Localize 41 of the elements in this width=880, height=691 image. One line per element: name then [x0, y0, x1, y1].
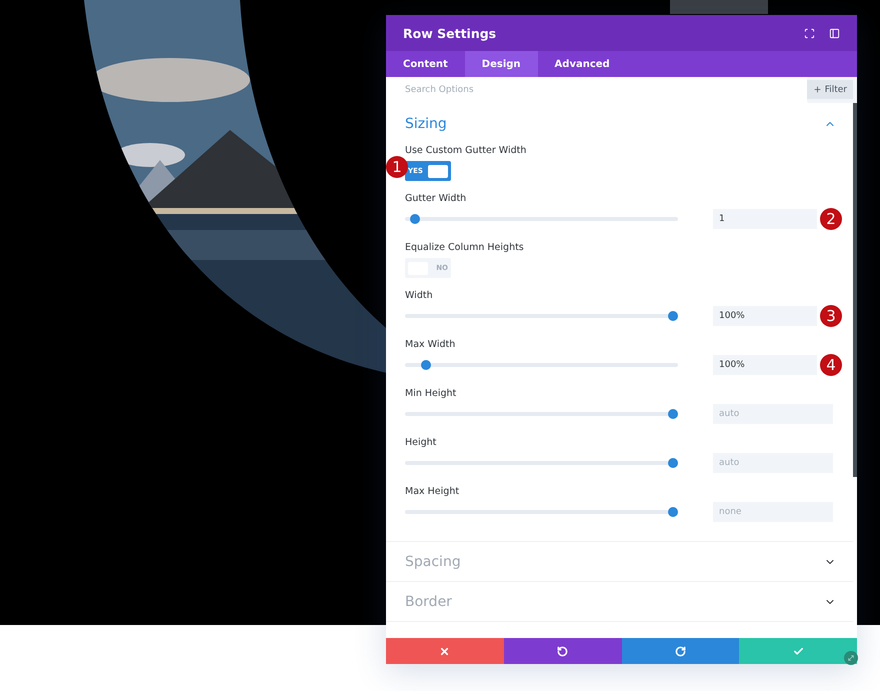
- step-marker: 4: [820, 354, 842, 376]
- slider-thumb[interactable]: [410, 214, 420, 224]
- fullscreen-icon[interactable]: [804, 28, 815, 38]
- checkmark-icon: [792, 646, 804, 656]
- slider-thumb[interactable]: [668, 311, 678, 321]
- step-marker: 2: [820, 208, 842, 230]
- slider-thumb[interactable]: [668, 507, 678, 517]
- input-field[interactable]: 100%: [713, 355, 817, 375]
- undo-icon: [557, 646, 568, 656]
- scrollbar[interactable]: [853, 103, 857, 477]
- redo-icon: [674, 646, 686, 656]
- tab[interactable]: Design: [464, 51, 538, 77]
- slider-thumb[interactable]: [668, 409, 678, 419]
- input-field[interactable]: none: [713, 502, 833, 522]
- slider-thumb[interactable]: [420, 360, 431, 370]
- plus-icon: [812, 85, 822, 94]
- search-field[interactable]: Search Options: [386, 77, 807, 103]
- input-field[interactable]: auto: [713, 404, 833, 424]
- resize-handle-icon[interactable]: [844, 651, 858, 665]
- step-marker: 3: [820, 305, 842, 327]
- tab[interactable]: Content: [386, 51, 465, 77]
- step-marker: 1: [386, 156, 408, 178]
- section-title[interactable]: Sizing: [405, 116, 824, 132]
- input-field[interactable]: auto: [713, 453, 833, 473]
- option-label: Height: [405, 437, 438, 448]
- option-label: Gutter Width: [405, 193, 468, 204]
- input-field[interactable]: 1: [713, 209, 817, 229]
- slider-thumb[interactable]: [668, 458, 678, 468]
- close-icon: [439, 646, 450, 656]
- save-button[interactable]: [739, 638, 857, 664]
- option-label: Max Width: [405, 339, 456, 350]
- input-field[interactable]: 100%: [713, 306, 817, 326]
- option-label: Width: [405, 290, 434, 301]
- modal-title: Row Settings: [403, 26, 498, 40]
- filter-button[interactable]: Filter: [806, 77, 857, 103]
- sidebar-icon[interactable]: [829, 28, 840, 38]
- option-label: Max Height: [405, 486, 460, 497]
- tab[interactable]: Advanced: [538, 51, 627, 77]
- option-label: Min Height: [405, 388, 458, 399]
- option-label: Use Custom Gutter Width: [405, 145, 528, 156]
- option-label: Equalize Column Heights: [405, 242, 525, 253]
